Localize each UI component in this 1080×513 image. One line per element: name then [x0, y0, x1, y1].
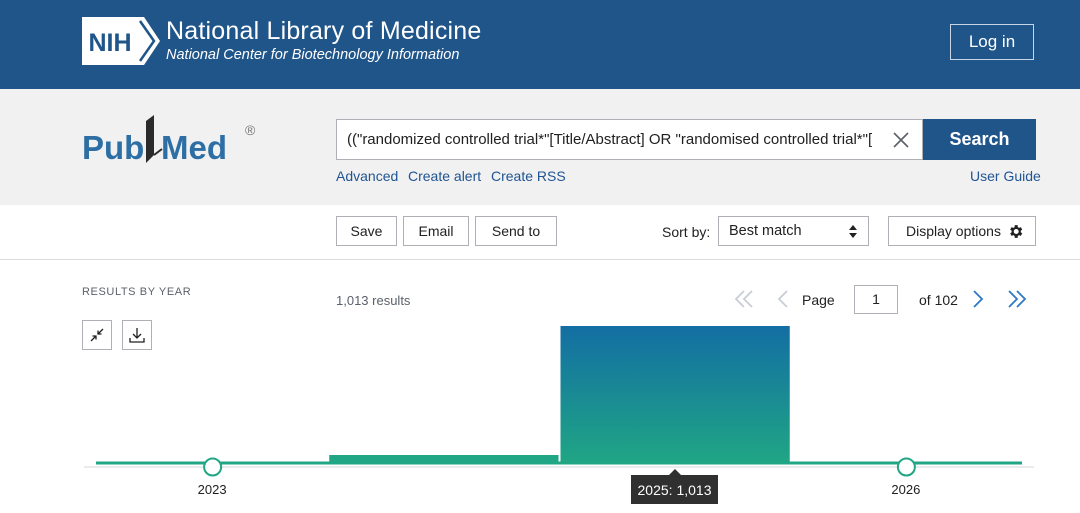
next-page-icon[interactable] — [966, 287, 990, 311]
create-alert-link[interactable]: Create alert — [408, 168, 481, 184]
last-page-icon[interactable] — [1005, 287, 1029, 311]
email-button[interactable]: Email — [403, 216, 469, 246]
tick-label-2023: 2023 — [197, 482, 227, 497]
user-guide-link[interactable]: User Guide — [970, 168, 1041, 184]
results-count: 1,013 results — [336, 293, 411, 308]
nlm-subtitle: National Center for Biotechnology Inform… — [166, 47, 460, 63]
registered-mark: ® — [245, 122, 256, 138]
advanced-link[interactable]: Advanced — [336, 168, 398, 184]
range-end-handle[interactable] — [896, 457, 916, 477]
close-icon — [893, 131, 909, 148]
svg-text:Med: Med — [161, 129, 227, 166]
first-page-icon[interactable] — [732, 287, 756, 311]
nih-logo-text: NIH — [88, 29, 131, 57]
page-number-input[interactable]: 1 — [854, 285, 898, 314]
range-start-handle[interactable] — [203, 457, 223, 477]
sort-arrows-icon — [849, 225, 857, 238]
save-button[interactable]: Save — [336, 216, 397, 246]
year-bar-2025[interactable] — [560, 326, 790, 464]
nih-logo[interactable]: NIH — [82, 17, 160, 65]
sort-label: Sort by: — [662, 224, 711, 240]
svg-text:Pub: Pub — [82, 129, 144, 166]
gear-icon — [1010, 224, 1023, 238]
clear-search-button[interactable] — [880, 120, 922, 159]
pubmed-logo[interactable]: Pub Med ® — [82, 113, 262, 175]
create-rss-link[interactable]: Create RSS — [491, 168, 566, 184]
total-pages: of 102 — [919, 292, 958, 308]
results-by-year-label: RESULTS BY YEAR — [82, 286, 192, 298]
sort-value: Best match — [729, 223, 802, 239]
send-to-button[interactable]: Send to — [475, 216, 557, 246]
previous-page-icon[interactable] — [771, 287, 795, 311]
search-button[interactable]: Search — [923, 119, 1036, 160]
sort-select[interactable]: Best match — [718, 216, 869, 246]
display-options-button[interactable]: Display options — [888, 216, 1036, 246]
page-label: Page — [802, 292, 835, 308]
search-box[interactable]: (("randomized controlled trial*"[Title/A… — [336, 119, 923, 160]
nlm-title[interactable]: National Library of Medicine — [166, 17, 481, 46]
display-options-label: Display options — [906, 223, 1001, 239]
search-input[interactable]: (("randomized controlled trial*"[Title/A… — [347, 120, 872, 159]
nih-header — [0, 0, 1080, 89]
login-button[interactable]: Log in — [950, 24, 1034, 60]
year-tooltip: 2025: 1,013 — [631, 475, 718, 504]
tick-label-2026: 2026 — [891, 482, 921, 497]
